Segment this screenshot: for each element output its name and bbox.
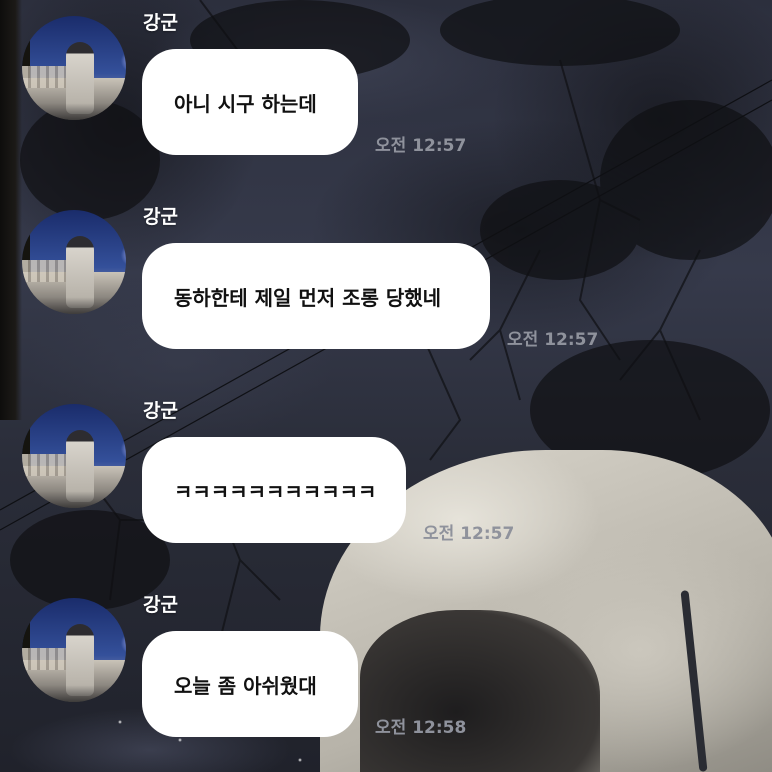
sender-name: 강군 — [143, 594, 178, 616]
avatar[interactable] — [22, 404, 126, 508]
hood-shadow — [360, 610, 600, 772]
timestamp: 오전 12:57 — [507, 330, 599, 350]
message-bubble[interactable]: 아니 시구 하는데 — [142, 49, 358, 155]
message-bubble[interactable]: ㅋㅋㅋㅋㅋㅋㅋㅋㅋㅋㅋ — [142, 437, 406, 543]
avatar[interactable] — [22, 16, 126, 120]
sender-name: 강군 — [143, 400, 178, 422]
message-bubble[interactable]: 오늘 좀 아쉬웠대 — [142, 631, 358, 737]
sender-name: 강군 — [143, 206, 178, 228]
timestamp: 오전 12:58 — [375, 718, 467, 738]
timestamp: 오전 12:57 — [375, 136, 467, 156]
sender-name: 강군 — [143, 12, 178, 34]
avatar[interactable] — [22, 210, 126, 314]
timestamp: 오전 12:57 — [423, 524, 515, 544]
avatar[interactable] — [22, 598, 126, 702]
message-bubble[interactable]: 동하한테 제일 먼저 조롱 당했네 — [142, 243, 490, 349]
